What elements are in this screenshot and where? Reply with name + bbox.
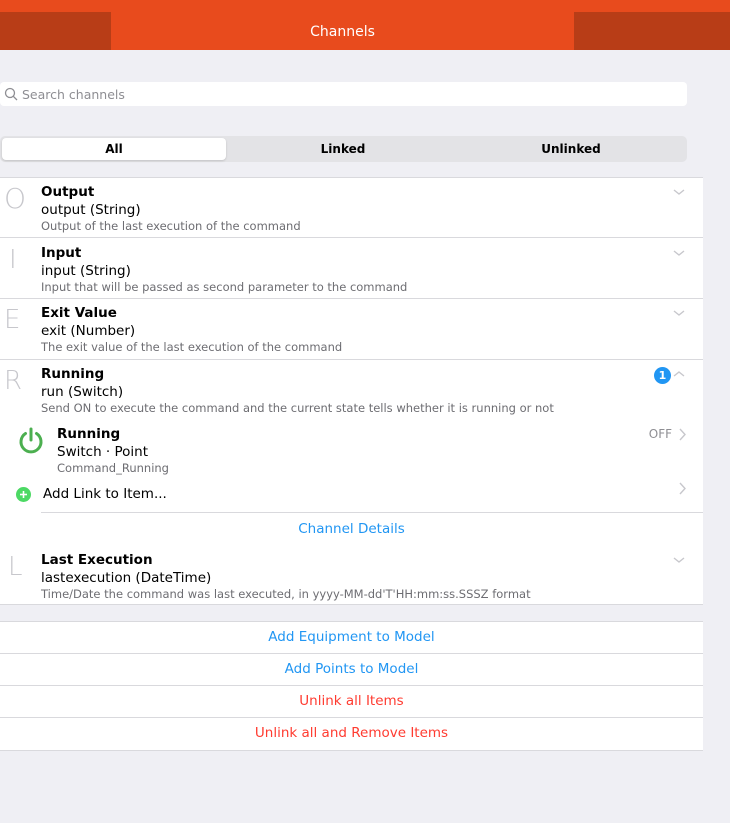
channel-id: run (Switch) [41,384,124,400]
channel-letter: O [4,182,27,215]
channel-letter: R [4,366,23,396]
channel-label: Running [41,366,105,382]
tab-all[interactable]: All [2,138,226,160]
chevron-down-icon[interactable] [673,187,685,197]
linked-item-name: Command_Running [57,461,169,475]
channel-id: output (String) [41,202,141,218]
search-input[interactable] [22,85,672,103]
chevron-down-icon[interactable] [673,248,685,258]
row-divider [41,512,703,513]
tab-unlinked[interactable]: Unlinked [458,138,684,160]
add-points-button[interactable]: Add Points to Model [0,654,703,686]
row-divider [0,237,703,238]
linked-item-state: OFF [648,427,672,441]
channel-letter: I [9,245,17,275]
channel-id: exit (Number) [41,323,136,339]
linked-item-type: Switch · Point [57,444,149,460]
linked-item-label: Running [57,426,121,442]
channel-description: The exit value of the last execution of … [41,340,343,354]
channel-id: input (String) [41,263,131,279]
channel-list: O Output output (String) Output of the l… [0,177,703,605]
channel-description: Output of the last execution of the comm… [41,219,301,233]
channel-description: Time/Date the command was last executed,… [41,587,531,601]
channel-label: Last Execution [41,552,153,568]
chevron-down-icon[interactable] [673,555,685,565]
channel-details-link[interactable]: Channel Details [0,521,703,537]
power-icon [19,427,43,454]
channel-id: lastexecution (DateTime) [41,570,212,586]
linked-count-badge: 1 [654,367,671,384]
tab-linked[interactable]: Linked [230,138,456,160]
actions-list: Add Equipment to Model Add Points to Mod… [0,621,703,751]
row-divider [0,359,703,360]
channel-label: Exit Value [41,305,117,321]
channel-description: Send ON to execute the command and the c… [41,401,554,415]
unlink-all-button[interactable]: Unlink all Items [0,686,703,718]
channel-letter: E [4,305,21,335]
unlink-remove-button[interactable]: Unlink all and Remove Items [0,718,703,750]
add-circle-icon [16,487,31,502]
chevron-right-icon [679,482,686,495]
chevron-down-icon[interactable] [673,308,685,318]
page-title: Channels [310,24,375,40]
channel-description: Input that will be passed as second para… [41,280,408,294]
search-icon [4,87,18,101]
add-equipment-button[interactable]: Add Equipment to Model [0,622,703,654]
chevron-up-icon[interactable] [673,369,685,379]
channel-letter: L [8,552,23,582]
navbar: Channels [0,0,730,50]
chevron-right-icon [679,428,686,441]
segmented-tabs: All Linked Unlinked [0,136,687,162]
channel-label: Output [41,184,95,200]
add-link-row[interactable]: Add Link to Item... [0,480,703,512]
channel-label: Input [41,245,82,261]
search-bar[interactable] [0,82,687,106]
row-divider [0,298,703,299]
add-link-label: Add Link to Item... [43,486,167,502]
linked-item-row[interactable]: Running Switch · Point Command_Running O… [0,420,703,478]
